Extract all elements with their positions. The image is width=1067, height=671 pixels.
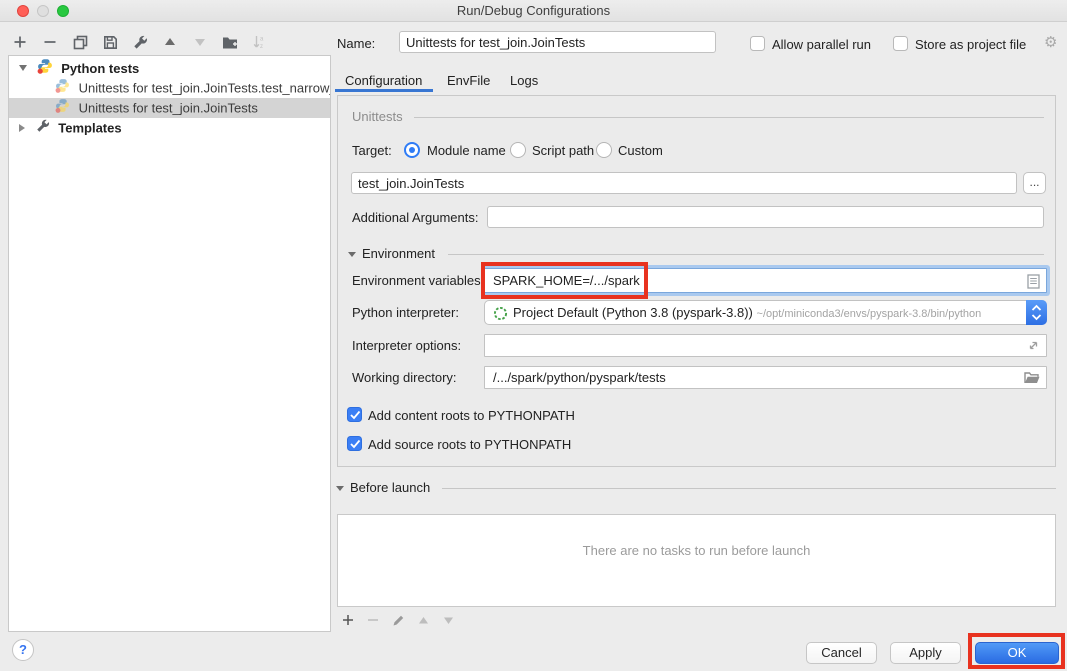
tree-item-templates[interactable]: Templates [9,118,330,138]
target-script-path-label: Script path [532,143,594,159]
move-down-icon[interactable] [192,34,208,50]
chevron-right-icon[interactable] [19,124,25,132]
interpreter-path: ~/opt/miniconda3/envs/pyspark-3.8/bin/py… [757,308,982,320]
name-input[interactable] [399,31,716,53]
tree-item-label: Unittests for test_join.JoinTests.test_n… [79,81,330,96]
interpreter-options-input[interactable] [484,334,1047,357]
edit-templates-wrench-icon[interactable] [132,34,148,50]
tab-envfile[interactable]: EnvFile [447,72,490,90]
environment-variables-label: Environment variables: [352,273,484,289]
add-source-roots-label: Add source roots to PYTHONPATH [368,437,571,453]
add-content-roots-label: Add content roots to PYTHONPATH [368,408,575,424]
python-interpreter-select[interactable]: Project Default (Python 3.8 (pyspark-3.8… [484,300,1047,325]
new-folder-icon[interactable] [222,34,238,50]
tree-item-label: Unittests for test_join.JoinTests [79,101,258,116]
configurations-tree: Python tests Unittests for test_join.Joi… [8,55,331,632]
add-icon[interactable] [12,34,28,50]
store-as-project-file-checkbox[interactable] [893,36,908,51]
add-task-icon[interactable] [340,612,356,628]
svg-text:a: a [260,37,264,43]
before-launch-section-label: Before launch [350,480,430,496]
title-bar: Run/Debug Configurations [0,0,1067,22]
target-module-name-radio[interactable] [404,142,420,158]
environment-variables-field[interactable]: SPARK_HOME=/.../spark [484,268,1047,293]
environment-variables-value: SPARK_HOME=/.../spark [493,273,640,289]
before-launch-collapse-icon[interactable] [336,486,344,491]
allow-parallel-run-label: Allow parallel run [772,37,871,53]
chevron-down-icon[interactable] [19,65,27,71]
configuration-form-panel: Unittests Target: Module name Script pat… [337,95,1056,467]
target-custom-radio[interactable] [596,142,612,158]
additional-arguments-input[interactable] [487,206,1044,228]
tree-item-label: Python tests [61,61,139,76]
select-stepper-icon[interactable] [1026,300,1047,325]
environment-section-label: Environment [362,246,435,262]
section-separator-line [414,117,1044,118]
interpreter-name: Project Default (Python 3.8 (pyspark-3.8… [513,305,753,320]
unittests-section-label: Unittests [352,109,403,125]
folder-icon[interactable] [1024,371,1040,387]
working-directory-input[interactable]: /.../spark/python/pyspark/tests [484,366,1047,389]
tree-item-label: Templates [58,121,121,136]
store-as-project-file-label: Store as project file [915,37,1026,53]
store-options-gear-icon[interactable]: ⚙ [1044,35,1057,51]
tree-item-unittests-jointests-selected[interactable]: Unittests for test_join.JoinTests [9,98,330,118]
move-task-up-icon[interactable] [415,612,431,628]
python-test-icon [55,78,70,98]
templates-wrench-icon [36,119,50,138]
add-content-roots-checkbox[interactable] [347,407,362,422]
python-tests-icon [37,58,53,78]
add-source-roots-checkbox[interactable] [347,436,362,451]
remove-icon[interactable] [42,34,58,50]
browse-button[interactable]: ... [1023,172,1046,194]
move-up-icon[interactable] [162,34,178,50]
allow-parallel-run-checkbox[interactable] [750,36,765,51]
run-debug-configurations-window: Run/Debug Configurations az Python test [0,0,1067,671]
configurations-toolbar: az [12,31,268,53]
save-configuration-icon[interactable] [102,34,118,50]
conda-environment-icon [493,306,508,324]
sort-configurations-icon[interactable]: az [252,34,268,50]
tab-configuration[interactable]: Configuration [345,72,422,90]
before-launch-tasks-panel: There are no tasks to run before launch [337,514,1056,607]
active-tab-underline [335,89,433,92]
window-title: Run/Debug Configurations [0,0,1067,22]
svg-text:z: z [260,44,263,49]
target-label: Target: [352,143,392,159]
interpreter-options-label: Interpreter options: [352,338,461,354]
python-test-icon [55,98,70,118]
help-button[interactable]: ? [12,639,34,661]
expand-field-icon[interactable] [1027,339,1040,355]
edit-task-pencil-icon[interactable] [390,612,406,628]
copy-configuration-icon[interactable] [72,34,88,50]
working-directory-value: /.../spark/python/pyspark/tests [493,370,666,386]
target-script-path-radio[interactable] [510,142,526,158]
tree-item-python-tests[interactable]: Python tests [9,58,330,78]
name-label: Name: [337,36,375,52]
apply-button[interactable]: Apply [890,642,961,664]
no-tasks-message: There are no tasks to run before launch [338,543,1055,558]
tab-logs[interactable]: Logs [510,72,538,90]
additional-arguments-label: Additional Arguments: [352,210,478,226]
move-task-down-icon[interactable] [440,612,456,628]
target-input[interactable] [351,172,1017,194]
python-interpreter-value: Project Default (Python 3.8 (pyspark-3.8… [513,305,981,320]
tree-item-unittests-test-narrow[interactable]: Unittests for test_join.JoinTests.test_n… [9,78,330,98]
ok-button[interactable]: OK [975,642,1059,664]
section-separator-line [448,254,1044,255]
target-custom-label: Custom [618,143,663,159]
working-directory-label: Working directory: [352,370,457,386]
environment-collapse-icon[interactable] [348,252,356,257]
section-separator-line [442,488,1056,489]
before-launch-toolbar [340,612,456,628]
target-module-name-label: Module name [427,143,506,159]
cancel-button[interactable]: Cancel [806,642,877,664]
remove-task-icon[interactable] [365,612,381,628]
edit-variables-icon[interactable] [1027,274,1040,292]
python-interpreter-label: Python interpreter: [352,305,459,321]
